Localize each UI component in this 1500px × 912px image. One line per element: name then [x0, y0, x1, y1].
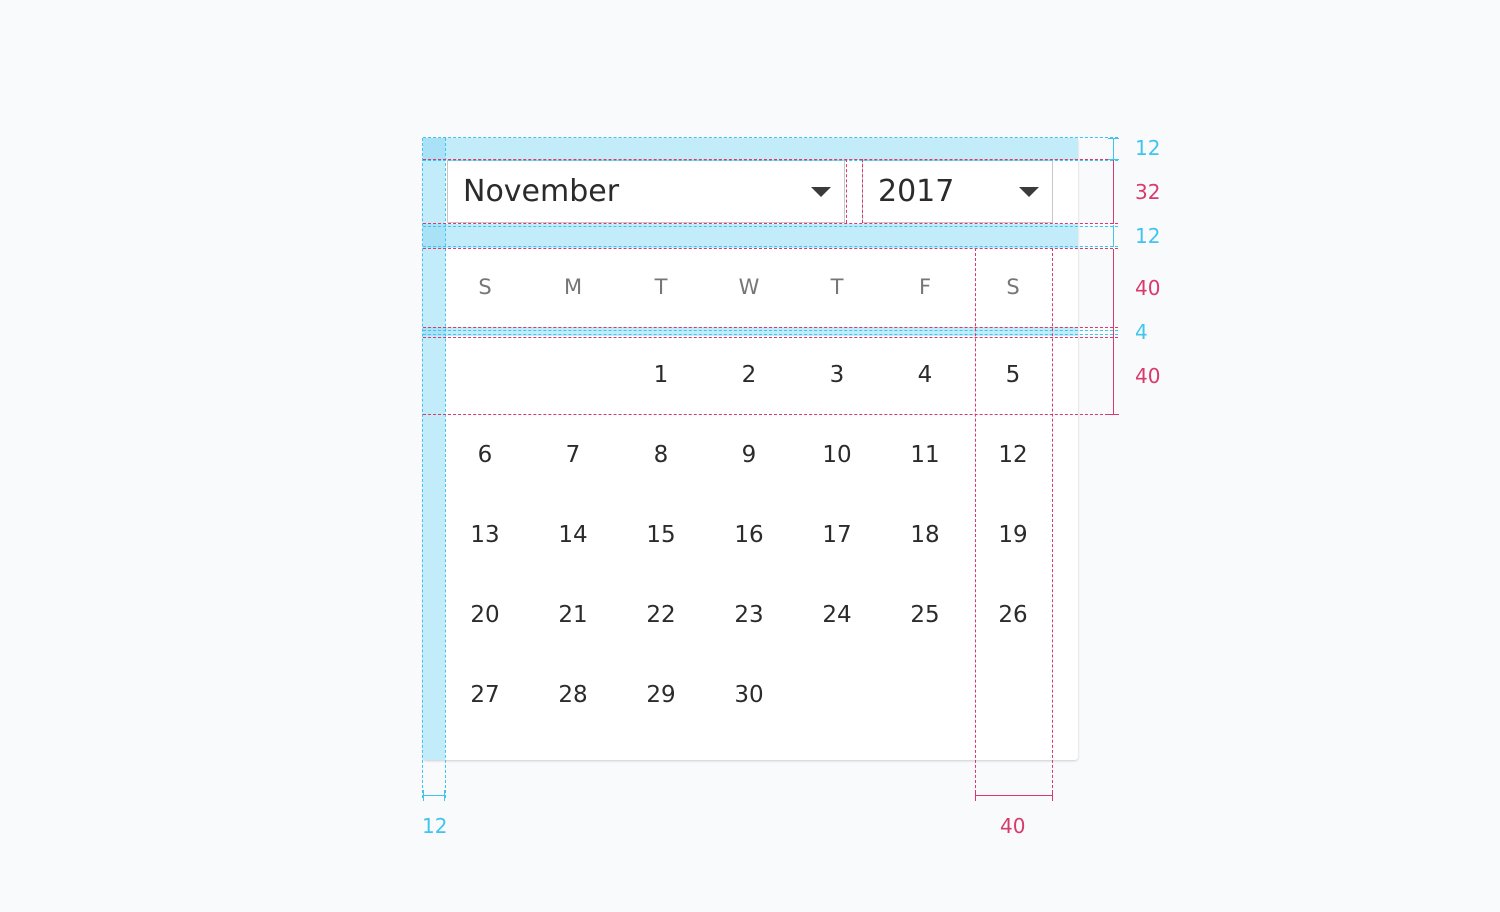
day-cell[interactable]: 10	[793, 442, 881, 468]
year-select-value: 2017	[878, 174, 955, 209]
guide-line	[423, 414, 1118, 415]
guide-line	[1052, 248, 1053, 798]
guide-line	[423, 330, 1118, 331]
select-gap-highlight	[423, 224, 1078, 248]
select-gap-label: 12	[1135, 224, 1161, 248]
day-cell[interactable]: 1	[617, 362, 705, 388]
guide-line	[423, 248, 1118, 249]
weekday-label: T	[654, 275, 668, 299]
corner-highlight	[423, 224, 445, 248]
day-cell[interactable]: 18	[881, 522, 969, 548]
guide-line	[862, 159, 863, 223]
month-select[interactable]: November	[447, 160, 845, 223]
day-cell[interactable]: 3	[793, 362, 881, 388]
day-cell[interactable]: 28	[529, 682, 617, 708]
day-cell[interactable]: 27	[441, 682, 529, 708]
guide-line	[975, 248, 976, 798]
day-cell[interactable]: 7	[529, 442, 617, 468]
day-cell[interactable]: 5	[969, 362, 1057, 388]
measure-bracket	[1052, 790, 1053, 801]
day-row-height-label: 40	[1135, 364, 1161, 388]
guide-line	[423, 246, 1118, 247]
guide-line	[423, 337, 1118, 338]
day-cell[interactable]: 2	[705, 362, 793, 388]
measure-bracket	[975, 790, 976, 801]
day-cell[interactable]: 16	[705, 522, 793, 548]
year-select[interactable]: 2017	[862, 160, 1053, 223]
day-cell[interactable]: 17	[793, 522, 881, 548]
guide-line	[445, 138, 446, 798]
day-cell[interactable]: 30	[705, 682, 793, 708]
day-cell[interactable]: 6	[441, 442, 529, 468]
weekday-label: T	[830, 275, 844, 299]
day-cell[interactable]: 29	[617, 682, 705, 708]
day-cell[interactable]: 13	[441, 522, 529, 548]
measure-bracket	[1108, 414, 1119, 415]
guide-line	[846, 159, 847, 223]
day-cell[interactable]: 23	[705, 602, 793, 628]
chevron-down-icon	[811, 187, 831, 197]
guide-line	[422, 138, 423, 798]
day-cell[interactable]: 15	[617, 522, 705, 548]
day-cell[interactable]: 11	[881, 442, 969, 468]
measure-bracket	[444, 790, 445, 801]
select-height-label: 32	[1135, 180, 1161, 204]
top-padding-label: 12	[1135, 136, 1161, 160]
measure-bracket	[1113, 225, 1114, 247]
day-cell[interactable]: 12	[969, 442, 1057, 468]
guide-line	[423, 327, 1118, 328]
measure-bracket	[423, 795, 445, 796]
guide-line	[423, 137, 1118, 138]
guide-line	[423, 160, 1118, 161]
guide-line	[423, 226, 1118, 227]
day-cell[interactable]: 8	[617, 442, 705, 468]
day-cell[interactable]: 22	[617, 602, 705, 628]
row-gap-label: 4	[1135, 320, 1148, 344]
month-select-value: November	[463, 174, 620, 209]
chevron-down-icon	[1019, 187, 1039, 197]
weekday-label: S	[1006, 275, 1020, 299]
day-cell[interactable]: 24	[793, 602, 881, 628]
day-cell[interactable]: 19	[969, 522, 1057, 548]
day-cell[interactable]: 14	[529, 522, 617, 548]
day-cell[interactable]: 21	[529, 602, 617, 628]
corner-highlight	[423, 138, 445, 160]
day-cell[interactable]: 26	[969, 602, 1057, 628]
day-cell[interactable]: 4	[881, 362, 969, 388]
weekday-row-height-label: 40	[1135, 276, 1161, 300]
measure-bracket	[1113, 160, 1114, 224]
day-cell[interactable]: 9	[705, 442, 793, 468]
measure-bracket	[1113, 249, 1114, 414]
weekday-label: M	[563, 275, 583, 299]
guide-line	[423, 334, 1118, 335]
top-padding-highlight	[423, 138, 1078, 160]
day-cell[interactable]: 25	[881, 602, 969, 628]
weekday-label: W	[738, 275, 760, 299]
guide-line	[423, 223, 1118, 224]
guide-line	[423, 159, 1118, 160]
measure-bracket	[975, 795, 1053, 796]
column-width-label: 40	[1000, 814, 1026, 838]
weekday-label: F	[918, 275, 932, 299]
measure-bracket	[423, 790, 424, 801]
measure-bracket	[1108, 138, 1119, 139]
day-cell[interactable]: 20	[441, 602, 529, 628]
left-padding-label: 12	[422, 814, 448, 838]
measure-bracket	[1113, 138, 1114, 160]
weekday-label: S	[478, 275, 492, 299]
